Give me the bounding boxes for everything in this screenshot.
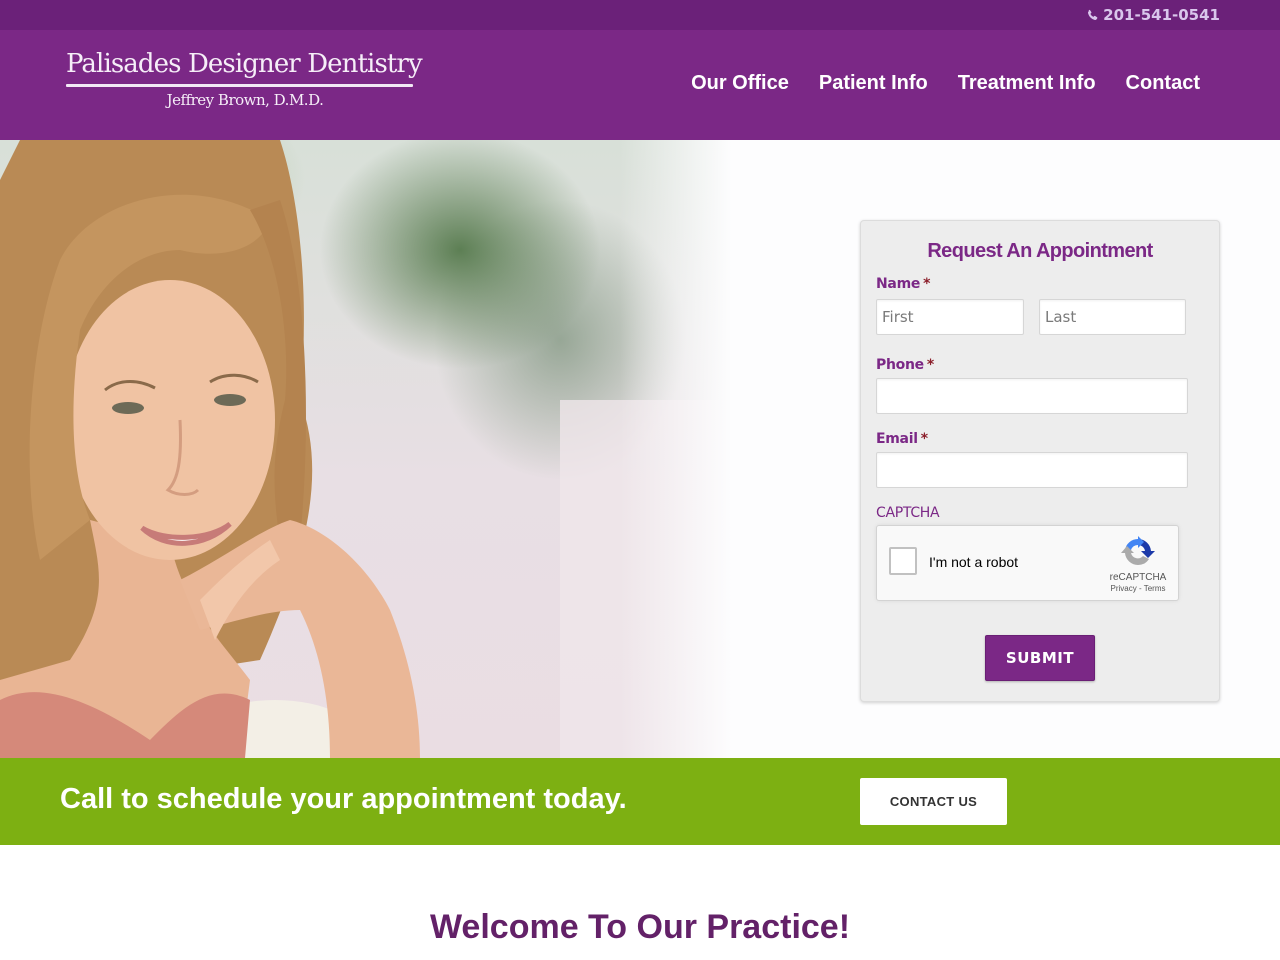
- recaptcha-links: Privacy - Terms: [1099, 584, 1177, 593]
- required-marker: *: [926, 357, 934, 373]
- appointment-form: Request An Appointment Name* Phone* Emai…: [860, 220, 1220, 702]
- phone-number: 201-541-0541: [1103, 6, 1220, 24]
- recaptcha-checkbox[interactable]: [889, 547, 917, 575]
- required-marker: *: [920, 431, 928, 447]
- email-input[interactable]: [876, 452, 1188, 488]
- first-name-input[interactable]: [876, 299, 1024, 335]
- name-label-text: Name: [876, 276, 921, 292]
- cta-message: Call to schedule your appointment today.: [60, 783, 627, 815]
- submit-button[interactable]: SUBMIT: [985, 635, 1095, 681]
- nav-patient-info[interactable]: Patient Info: [819, 72, 928, 95]
- required-marker: *: [923, 276, 931, 292]
- recaptcha-separator: -: [1136, 584, 1144, 593]
- nav-our-office[interactable]: Our Office: [691, 72, 789, 95]
- phone-label: Phone *: [876, 357, 934, 373]
- logo-divider: [66, 84, 413, 87]
- phone-label-text: Phone: [876, 357, 924, 373]
- recaptcha-logo-icon: [1121, 536, 1155, 566]
- phone-input[interactable]: [876, 378, 1188, 414]
- cta-banner: Call to schedule your appointment today.…: [0, 758, 1280, 845]
- site-logo[interactable]: Palisades Designer Dentistry Jeffrey Bro…: [66, 48, 423, 118]
- email-label-text: Email: [876, 431, 918, 447]
- main-nav: Our Office Patient Info Treatment Info C…: [691, 72, 1200, 95]
- form-title: Request An Appointment: [927, 240, 1153, 262]
- woman-portrait-illustration: [0, 140, 720, 758]
- recaptcha-terms-link[interactable]: Terms: [1144, 584, 1166, 593]
- recaptcha-widget: I'm not a robot reCAPTCHA Privacy - Term…: [876, 525, 1179, 601]
- phone-icon: [1088, 9, 1098, 20]
- site-header: Palisades Designer Dentistry Jeffrey Bro…: [0, 30, 1280, 140]
- hero-image: [0, 140, 760, 758]
- recaptcha-privacy-link[interactable]: Privacy: [1111, 584, 1137, 593]
- welcome-heading: Welcome To Our Practice!: [429, 908, 851, 946]
- last-name-input[interactable]: [1039, 299, 1186, 335]
- phone-link[interactable]: 201-541-0541: [1086, 6, 1220, 24]
- captcha-label: CAPTCHA: [876, 505, 940, 521]
- contact-us-button[interactable]: CONTACT US: [860, 778, 1007, 825]
- nav-treatment-info[interactable]: Treatment Info: [958, 72, 1096, 95]
- top-bar: 201-541-0541: [0, 0, 1280, 30]
- name-label: Name *: [876, 276, 930, 292]
- logo-title: Palisades Designer Dentistry: [66, 49, 423, 79]
- hero-section: Request An Appointment Name* Phone* Emai…: [0, 140, 1280, 758]
- email-label: Email *: [876, 431, 928, 447]
- logo-subtitle: Jeffrey Brown, D.M.D.: [166, 91, 324, 109]
- recaptcha-brand: reCAPTCHA: [1109, 572, 1167, 583]
- recaptcha-label: I'm not a robot: [929, 554, 1019, 570]
- nav-contact[interactable]: Contact: [1126, 72, 1200, 95]
